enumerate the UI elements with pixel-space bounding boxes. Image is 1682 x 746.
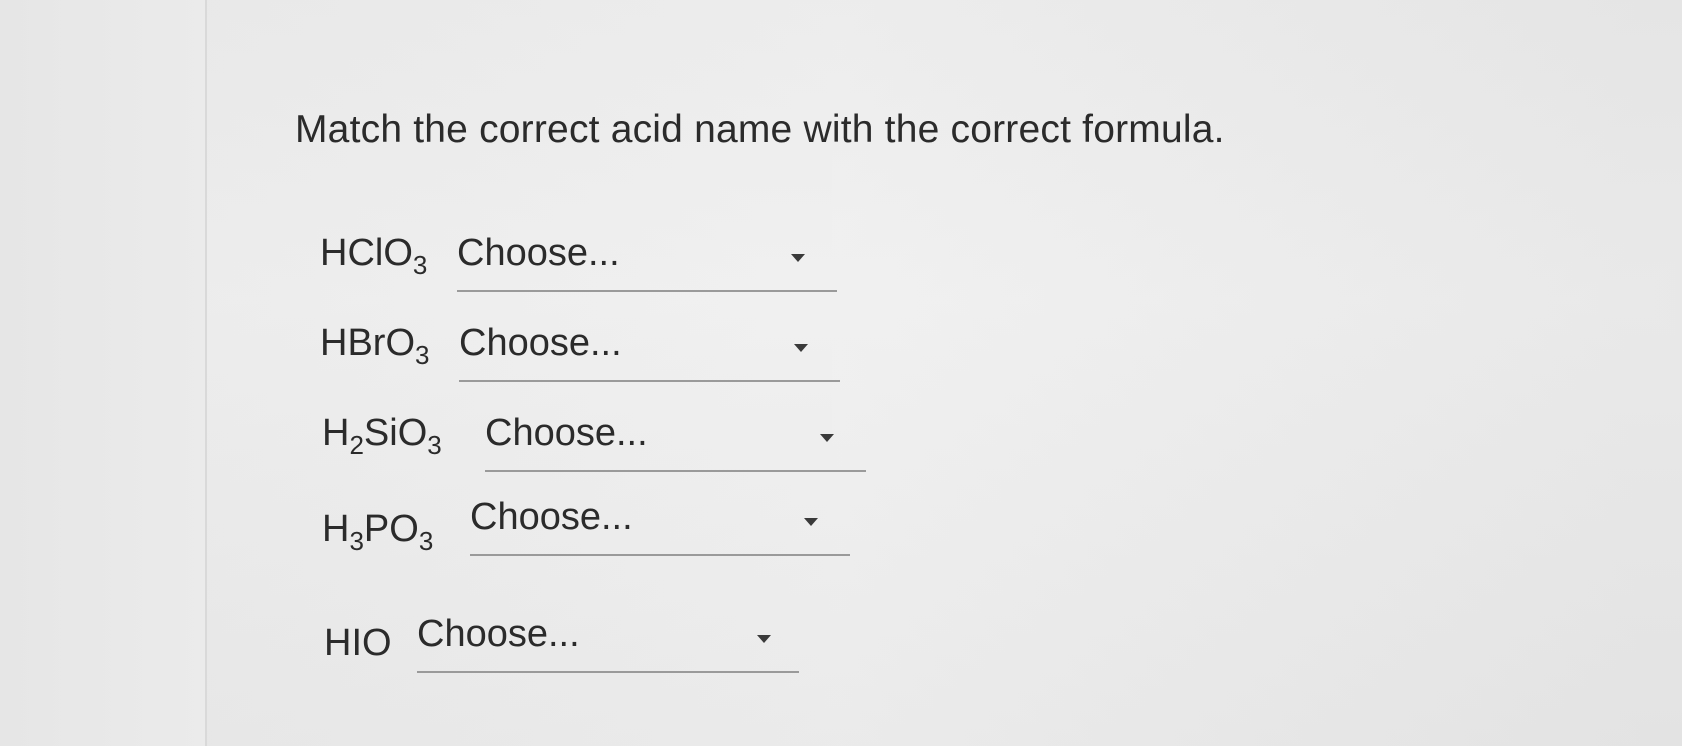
dropdown-value: Choose... bbox=[457, 232, 620, 274]
chevron-down-icon bbox=[791, 254, 805, 262]
chevron-down-icon bbox=[804, 518, 818, 526]
formula-label: HIO bbox=[324, 622, 392, 664]
chevron-down-icon bbox=[757, 635, 771, 643]
formula-label: HBrO3 bbox=[320, 322, 430, 370]
answer-dropdown[interactable]: Choose... bbox=[485, 412, 866, 472]
dropdown-value: Choose... bbox=[417, 613, 580, 655]
dropdown-value: Choose... bbox=[470, 496, 633, 538]
dropdown-value: Choose... bbox=[485, 412, 648, 454]
formula-label: H2SiO3 bbox=[322, 412, 442, 460]
chevron-down-icon bbox=[794, 344, 808, 352]
panel-divider bbox=[205, 0, 207, 746]
chevron-down-icon bbox=[820, 434, 834, 442]
question-text: Match the correct acid name with the cor… bbox=[295, 108, 1225, 151]
page-background: Match the correct acid name with the cor… bbox=[0, 0, 1682, 746]
formula-label: H3PO3 bbox=[322, 508, 434, 556]
answer-dropdown[interactable]: Choose... bbox=[457, 232, 837, 292]
dropdown-value: Choose... bbox=[459, 322, 622, 364]
formula-label: HClO3 bbox=[320, 232, 428, 280]
answer-dropdown[interactable]: Choose... bbox=[459, 322, 840, 382]
left-panel bbox=[0, 0, 205, 746]
answer-dropdown[interactable]: Choose... bbox=[417, 613, 799, 673]
answer-dropdown[interactable]: Choose... bbox=[470, 496, 850, 556]
